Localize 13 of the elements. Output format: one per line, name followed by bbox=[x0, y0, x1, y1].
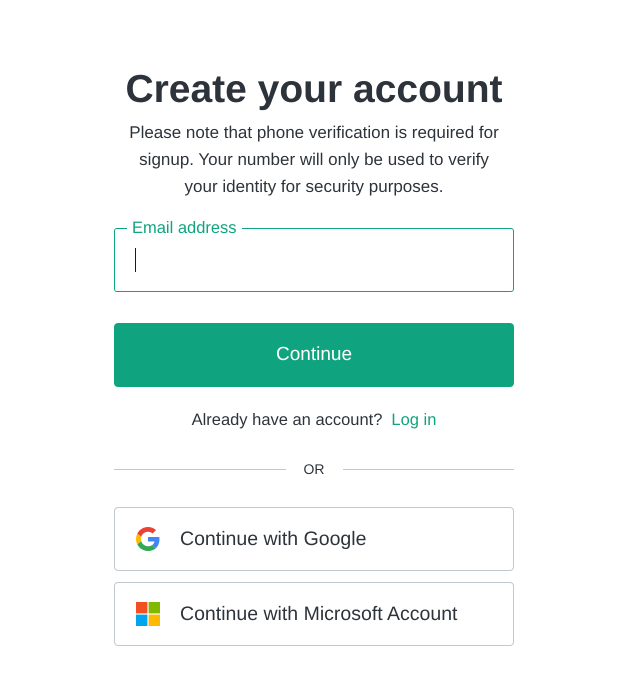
field-label: Email address bbox=[131, 218, 238, 238]
google-logo-icon bbox=[136, 527, 160, 551]
email-input-field[interactable]: Email address bbox=[114, 218, 514, 292]
login-prompt-text: Already have an account? bbox=[192, 410, 382, 431]
description-text: Please note that phone verification is required for signup. Your number will only be used to verify your identity for security purposes. bbox=[128, 122, 500, 198]
continue-button[interactable]: Continue bbox=[114, 323, 514, 387]
page-heading: Create your account bbox=[124, 68, 504, 112]
divider-text: OR bbox=[304, 460, 324, 479]
text-cursor-icon bbox=[135, 248, 136, 272]
four-squares-logo-icon bbox=[136, 602, 160, 626]
social-login-button[interactable]: Continue with Google bbox=[114, 507, 514, 571]
social-login-button[interactable]: Continue with Microsoft Account bbox=[114, 582, 514, 646]
login-link[interactable]: Log in bbox=[391, 409, 436, 431]
